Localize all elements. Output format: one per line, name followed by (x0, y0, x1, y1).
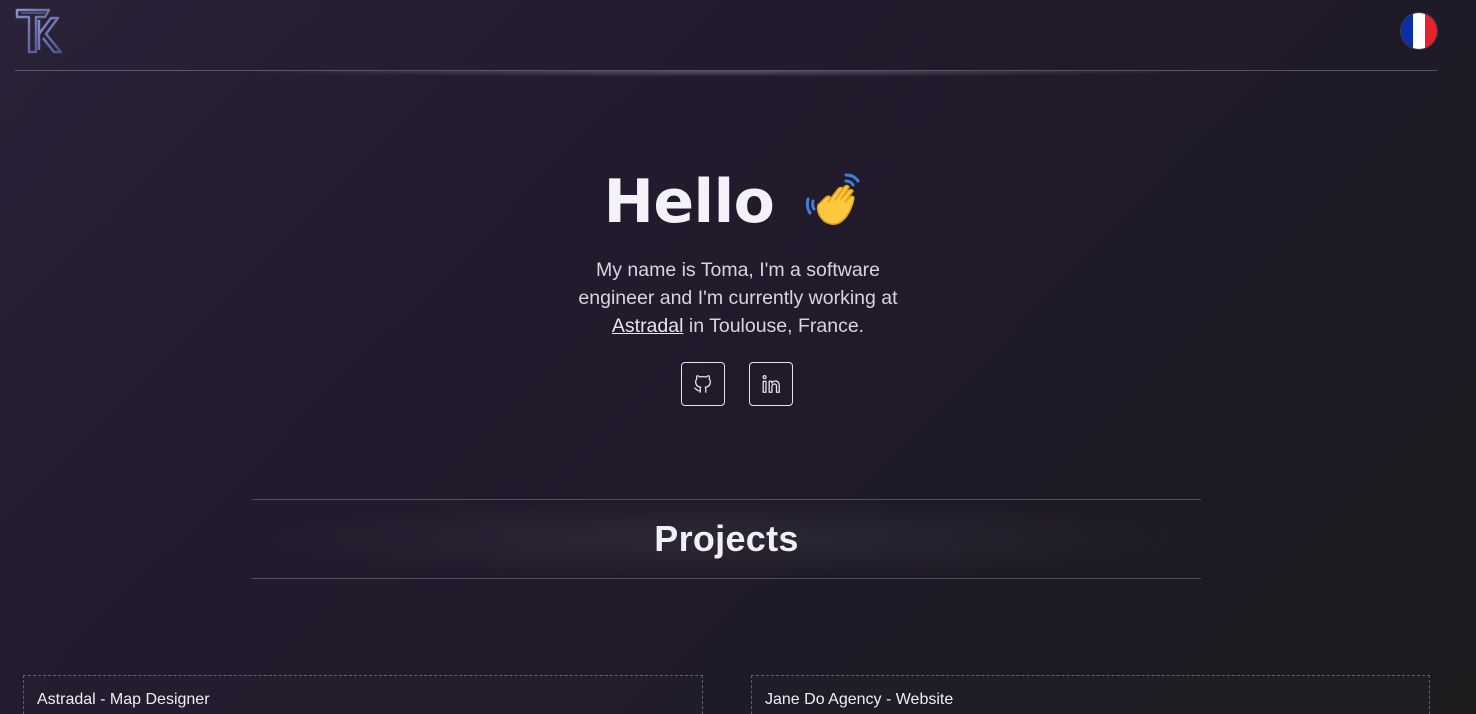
flag-white-stripe (1413, 13, 1425, 49)
project-card-title: Astradal - Map Designer (37, 691, 210, 708)
flag-blue-stripe (1401, 13, 1413, 49)
project-card[interactable]: Jane Do Agency - Website (751, 675, 1430, 714)
project-card[interactable]: Astradal - Map Designer (23, 675, 703, 714)
company-link[interactable]: Astradal (612, 315, 684, 337)
greeting-row: Hello (0, 160, 1476, 244)
waving-hand-icon (802, 169, 868, 235)
intro-text-start: My name is Toma, I'm a software engineer… (578, 259, 898, 309)
header-divider (15, 70, 1437, 78)
github-icon (694, 375, 711, 393)
intro-text-end: in Toulouse, France. (683, 315, 865, 337)
github-button[interactable] (681, 362, 725, 406)
tr-monogram-logo[interactable] (15, 6, 65, 56)
greeting-heading: Hello (603, 167, 775, 237)
intro-paragraph: My name is Toma, I'm a software engineer… (568, 256, 908, 340)
social-links (0, 362, 1476, 406)
top-navigation-bar (15, 0, 1437, 71)
projects-header: Projects (252, 499, 1201, 579)
flag-red-stripe (1425, 13, 1437, 49)
hero-section: Hello My name is Toma, I'm a software en… (0, 160, 1476, 406)
france-flag-icon[interactable] (1401, 13, 1437, 49)
project-card-title: Jane Do Agency - Website (765, 691, 954, 708)
linkedin-button[interactable] (749, 362, 793, 406)
projects-title: Projects (654, 518, 799, 559)
linkedin-icon (762, 375, 780, 393)
